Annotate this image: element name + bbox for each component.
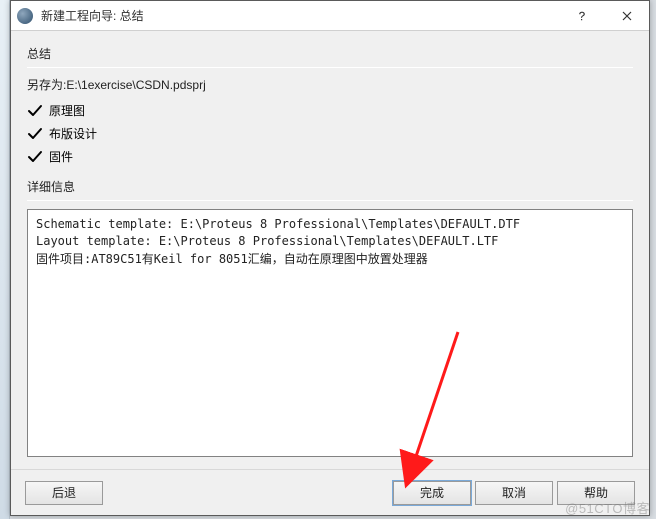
check-icon	[27, 103, 43, 119]
cancel-button[interactable]: 取消	[475, 481, 553, 505]
finish-button[interactable]: 完成	[393, 481, 471, 505]
close-button[interactable]	[604, 1, 649, 30]
divider	[27, 200, 633, 201]
check-label: 原理图	[49, 102, 85, 119]
dialog-content: 总结 另存为:E:\1exercise\CSDN.pdsprj 原理图 布版设计…	[11, 31, 649, 469]
save-as-path: E:\1exercise\CSDN.pdsprj	[66, 78, 205, 92]
help-dialog-button[interactable]: 帮助	[557, 481, 635, 505]
save-as-prefix: 另存为	[27, 78, 63, 92]
details-textbox[interactable]: Schematic template: E:\Proteus 8 Profess…	[27, 209, 633, 457]
window-controls	[559, 1, 649, 30]
check-schematic: 原理图	[27, 102, 633, 119]
app-icon	[17, 8, 33, 24]
check-label: 布版设计	[49, 125, 97, 142]
background-stripe	[0, 0, 10, 519]
check-label: 固件	[49, 148, 73, 165]
dialog-window: 新建工程向导: 总结 总结 另存为:E:\1exercise\CSDN.pdsp…	[10, 0, 650, 516]
check-icon	[27, 149, 43, 165]
check-firmware: 固件	[27, 148, 633, 165]
help-icon	[577, 11, 587, 21]
help-button[interactable]	[559, 1, 604, 30]
summary-heading: 总结	[27, 45, 633, 62]
details-heading: 详细信息	[27, 178, 633, 195]
check-layout: 布版设计	[27, 125, 633, 142]
save-as-line: 另存为:E:\1exercise\CSDN.pdsprj	[27, 76, 633, 93]
window-title: 新建工程向导: 总结	[41, 7, 559, 24]
spacer	[27, 168, 633, 178]
close-icon	[622, 11, 632, 21]
back-button[interactable]: 后退	[25, 481, 103, 505]
divider	[27, 67, 633, 68]
titlebar: 新建工程向导: 总结	[11, 1, 649, 31]
check-icon	[27, 126, 43, 142]
button-row: 后退 完成 取消 帮助	[11, 469, 649, 515]
